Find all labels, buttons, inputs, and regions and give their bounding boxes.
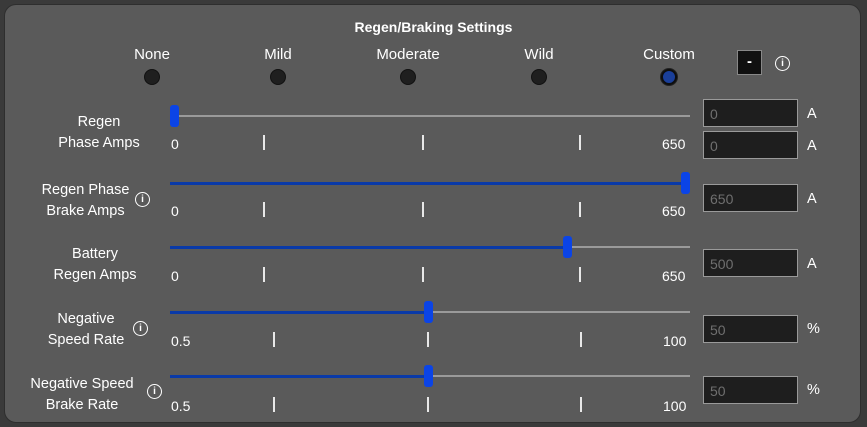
slider-tick — [273, 332, 275, 347]
unit-label: A — [807, 256, 817, 272]
panel-title: Regen/Braking Settings — [354, 19, 513, 35]
slider-max-label: 100 — [663, 398, 687, 414]
slider-track-regen-phase-brake-amps[interactable] — [170, 172, 690, 194]
slider-tick — [579, 202, 581, 217]
slider-tick — [422, 267, 424, 282]
preset-wild[interactable]: Wild — [494, 46, 584, 85]
slider-fill — [170, 181, 686, 185]
preset-label: Custom — [643, 46, 695, 63]
preset-mild[interactable]: Mild — [233, 46, 323, 85]
slider-label-regen-phase-brake-amps: Regen Phase Brake Amps — [41, 182, 130, 219]
slider-tick — [580, 332, 582, 347]
slider-tick — [579, 135, 581, 150]
slider-min-label: 0 — [171, 268, 179, 284]
preset-radio[interactable] — [400, 69, 416, 85]
info-icon[interactable]: i — [775, 56, 790, 71]
slider-tick — [579, 267, 581, 282]
slider-thumb[interactable] — [424, 365, 433, 387]
regen-phase-brake-amps-field[interactable]: 650 — [703, 184, 798, 212]
slider-thumb[interactable] — [170, 105, 179, 127]
preset-label: Mild — [264, 46, 292, 63]
preset-label: Wild — [524, 46, 554, 63]
slider-min-label: 0.5 — [171, 398, 191, 414]
battery-regen-amps-field[interactable]: 500 — [703, 249, 798, 277]
info-icon[interactable]: i — [135, 192, 150, 207]
negative-speed-rate-field[interactable]: 50 — [703, 315, 798, 343]
regen-phase-amps-field-2[interactable]: 0 — [703, 131, 798, 159]
slider-tick — [422, 135, 424, 150]
slider-fill — [170, 310, 429, 314]
slider-label-negative-speed-brake-rate: Negative Speed Brake Rate — [30, 376, 134, 413]
negative-speed-brake-rate-field[interactable]: 50 — [703, 376, 798, 404]
slider-max-label: 650 — [662, 136, 686, 152]
preset-radio[interactable] — [531, 69, 547, 85]
info-icon[interactable]: i — [133, 321, 148, 336]
preset-label: None — [134, 46, 170, 63]
slider-track-regen-phase-amps[interactable] — [170, 105, 690, 127]
slider-track-battery-regen-amps[interactable] — [170, 236, 690, 258]
slider-max-label: 100 — [663, 333, 687, 349]
slider-max-label: 650 — [662, 268, 686, 284]
preset-radio[interactable] — [144, 69, 160, 85]
slider-fill — [170, 374, 429, 378]
preset-radio-selected[interactable] — [661, 69, 677, 85]
slider-max-label: 650 — [662, 203, 686, 219]
slider-min-label: 0.5 — [171, 333, 191, 349]
unit-label: % — [807, 321, 820, 337]
slider-thumb[interactable] — [424, 301, 433, 323]
slider-tick — [273, 397, 275, 412]
slider-label-negative-speed-rate: Negative Speed Rate — [47, 311, 125, 348]
preset-custom[interactable]: Custom — [624, 46, 714, 85]
unit-label: % — [807, 382, 820, 398]
unit-label: A — [807, 106, 817, 122]
slider-thumb[interactable] — [563, 236, 572, 258]
slider-tick — [263, 267, 265, 282]
slider-fill — [170, 245, 568, 249]
preset-moderate[interactable]: Moderate — [363, 46, 453, 85]
slider-min-label: 0 — [171, 136, 179, 152]
slider-label-battery-regen-amps: Battery Regen Amps — [53, 246, 137, 283]
preset-radio[interactable] — [270, 69, 286, 85]
slider-label-regen-phase-amps: Regen Phase Amps — [58, 114, 140, 151]
preset-none[interactable]: None — [107, 46, 197, 85]
info-icon[interactable]: i — [147, 384, 162, 399]
slider-tick — [580, 397, 582, 412]
slider-tick — [427, 332, 429, 347]
slider-min-label: 0 — [171, 203, 179, 219]
unit-label: A — [807, 191, 817, 207]
regen-phase-amps-field[interactable]: 0 — [703, 99, 798, 127]
slider-tick — [263, 135, 265, 150]
preset-label: Moderate — [376, 46, 440, 63]
slider-tick — [263, 202, 265, 217]
slider-tick — [422, 202, 424, 217]
unit-label: A — [807, 138, 817, 154]
slider-tick — [427, 397, 429, 412]
remove-preset-button[interactable]: - — [737, 50, 762, 75]
slider-track-negative-speed-rate[interactable] — [170, 301, 690, 323]
slider-track-negative-speed-brake-rate[interactable] — [170, 365, 690, 387]
slider-thumb[interactable] — [681, 172, 690, 194]
